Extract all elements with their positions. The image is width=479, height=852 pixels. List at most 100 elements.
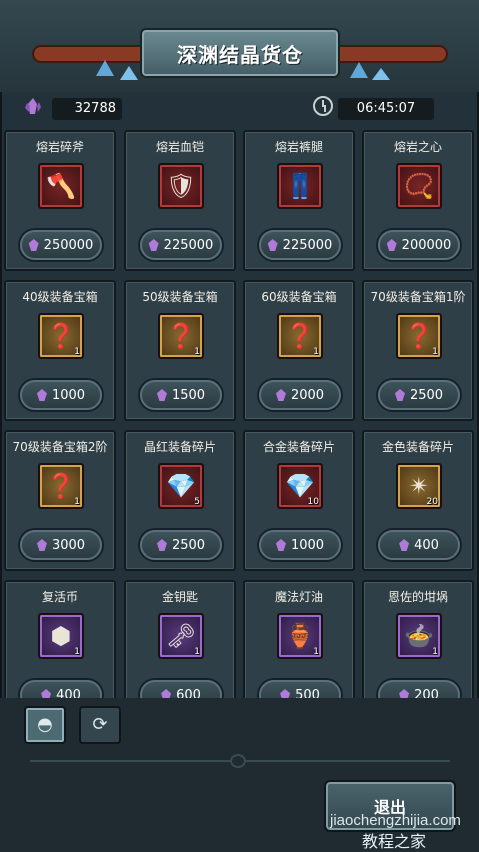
watermark-url: jiaochengzhijia.com bbox=[330, 812, 461, 829]
item-card[interactable]: 70级装备宝箱1阶 ❓ 1 2500 bbox=[362, 280, 474, 421]
item-name: 60级装备宝箱 bbox=[261, 290, 337, 304]
item-icon-frame[interactable]: ⬢ 1 bbox=[38, 613, 84, 659]
ice-crystal-decor bbox=[350, 62, 368, 78]
item-card[interactable]: 40级装备宝箱 ❓ 1 1000 bbox=[4, 280, 116, 421]
item-card[interactable]: 熔岩血铠 🛡 225000 bbox=[124, 130, 236, 271]
item-quantity: 1 bbox=[74, 347, 80, 357]
buy-button[interactable]: 200 bbox=[378, 680, 460, 698]
ice-crystal-decor bbox=[372, 68, 390, 80]
buy-button[interactable]: 600 bbox=[140, 680, 222, 698]
page-title: 深渊结晶货仓 bbox=[177, 42, 303, 67]
crystal-price-icon bbox=[156, 539, 167, 551]
item-quantity: 1 bbox=[432, 647, 438, 657]
item-card[interactable]: 恩佐的坩埚 🍲 1 200 bbox=[362, 580, 474, 698]
item-icon-frame[interactable]: 💎 10 bbox=[277, 463, 323, 509]
item-card[interactable]: 70级装备宝箱2阶 ❓ 1 3000 bbox=[4, 430, 116, 571]
price-value: 3000 bbox=[51, 537, 86, 553]
buy-button[interactable]: 500 bbox=[259, 680, 341, 698]
ice-crystal-decor bbox=[120, 66, 138, 80]
buy-button[interactable]: 400 bbox=[378, 530, 460, 560]
price-value: 600 bbox=[176, 687, 201, 699]
item-name: 熔岩之心 bbox=[393, 140, 442, 154]
item-card[interactable]: 合金装备碎片 💎 10 1000 bbox=[243, 430, 355, 571]
buy-button[interactable]: 1500 bbox=[140, 380, 222, 410]
crystal-price-icon bbox=[267, 239, 278, 251]
item-icon-frame[interactable]: ✴ 20 bbox=[396, 463, 442, 509]
item-icon-frame[interactable]: 🏺 1 bbox=[277, 613, 323, 659]
item-quantity: 5 bbox=[194, 497, 200, 507]
item-quantity: 1 bbox=[313, 347, 319, 357]
buy-button[interactable]: 3000 bbox=[20, 530, 102, 560]
item-icon-frame[interactable]: ❓ 1 bbox=[396, 313, 442, 359]
item-icon-frame[interactable]: 🪓 bbox=[38, 163, 84, 209]
item-quantity: 20 bbox=[426, 497, 438, 507]
item-card[interactable]: 魔法灯油 🏺 1 500 bbox=[243, 580, 355, 698]
crystal-price-icon bbox=[156, 389, 167, 401]
refresh-timer: 06:45:07 bbox=[338, 98, 434, 120]
ice-crystal-decor bbox=[96, 60, 114, 76]
item-icon-frame[interactable]: 📿 bbox=[396, 163, 442, 209]
item-icon-frame[interactable]: 🍲 1 bbox=[396, 613, 442, 659]
buy-button[interactable]: 2500 bbox=[378, 380, 460, 410]
item-icon-frame[interactable]: 🗝 1 bbox=[158, 613, 204, 659]
item-icon-frame[interactable]: ❓ 1 bbox=[38, 313, 84, 359]
crystal-price-icon bbox=[148, 239, 159, 251]
item-card[interactable]: 熔岩裤腿 👖 225000 bbox=[243, 130, 355, 271]
crystal-price-icon bbox=[394, 389, 405, 401]
price-value: 1000 bbox=[51, 387, 86, 403]
banner-wing-left bbox=[32, 45, 152, 63]
item-icon-frame[interactable]: 🛡 bbox=[158, 163, 204, 209]
item-card[interactable]: 熔岩之心 📿 200000 bbox=[362, 130, 474, 271]
tab-shop[interactable]: ◓ bbox=[24, 706, 66, 744]
item-icon-frame[interactable]: 💎 5 bbox=[158, 463, 204, 509]
buy-button[interactable]: 1000 bbox=[20, 380, 102, 410]
crystal-balance: 32788 bbox=[52, 98, 122, 120]
divider-ornament bbox=[230, 754, 246, 768]
price-value: 400 bbox=[56, 687, 81, 699]
item-name: 40级装备宝箱 bbox=[22, 290, 98, 304]
item-icon: 🛡 bbox=[165, 172, 197, 200]
item-card[interactable]: 60级装备宝箱 ❓ 1 2000 bbox=[243, 280, 355, 421]
buy-button[interactable]: 225000 bbox=[259, 230, 341, 260]
item-name: 复活币 bbox=[41, 590, 78, 604]
watermark-text: 教程之家 bbox=[362, 834, 427, 851]
abyss-crystal-icon bbox=[25, 98, 41, 114]
item-card[interactable]: 金色装备碎片 ✴ 20 400 bbox=[362, 430, 474, 571]
buy-button[interactable]: 1000 bbox=[259, 530, 341, 560]
crystal-price-icon bbox=[275, 539, 286, 551]
crystal-price-icon bbox=[41, 689, 52, 698]
price-value: 1500 bbox=[171, 387, 206, 403]
item-grid[interactable]: 熔岩碎斧 🪓 250000 熔岩血铠 🛡 225000 熔岩裤腿 👖 225000 熔岩之心 📿 20… bbox=[4, 130, 475, 698]
item-card[interactable]: 晶红装备碎片 💎 5 2500 bbox=[124, 430, 236, 571]
price-value: 500 bbox=[295, 687, 320, 699]
item-icon-frame[interactable]: ❓ 1 bbox=[277, 313, 323, 359]
buy-button[interactable]: 2000 bbox=[259, 380, 341, 410]
crystal-price-icon bbox=[36, 389, 47, 401]
item-icon-frame[interactable]: 👖 bbox=[277, 163, 323, 209]
item-card[interactable]: 50级装备宝箱 ❓ 1 1500 bbox=[124, 280, 236, 421]
item-card[interactable]: 复活币 ⬢ 1 400 bbox=[4, 580, 116, 698]
item-icon: 📿 bbox=[404, 172, 434, 200]
title-banner: 深渊结晶货仓 bbox=[140, 28, 340, 78]
buy-button[interactable]: 400 bbox=[20, 680, 102, 698]
item-icon-frame[interactable]: ❓ 1 bbox=[38, 463, 84, 509]
item-card[interactable]: 熔岩碎斧 🪓 250000 bbox=[4, 130, 116, 271]
item-name: 魔法灯油 bbox=[274, 590, 323, 604]
buy-button[interactable]: 225000 bbox=[140, 230, 222, 260]
item-name: 70级装备宝箱2阶 bbox=[12, 440, 108, 454]
crystal-price-icon bbox=[399, 539, 410, 551]
item-name: 金色装备碎片 bbox=[381, 440, 454, 454]
buy-button[interactable]: 250000 bbox=[20, 230, 102, 260]
clock-icon bbox=[313, 96, 333, 116]
chest-icon: ◓ bbox=[37, 714, 53, 735]
item-name: 熔岩血铠 bbox=[155, 140, 204, 154]
item-name: 金钥匙 bbox=[161, 590, 198, 604]
buy-button[interactable]: 2500 bbox=[140, 530, 222, 560]
item-card[interactable]: 金钥匙 🗝 1 600 bbox=[124, 580, 236, 698]
item-name: 合金装备碎片 bbox=[262, 440, 335, 454]
crystal-price-icon bbox=[161, 689, 172, 698]
item-name: 晶红装备碎片 bbox=[143, 440, 216, 454]
buy-button[interactable]: 200000 bbox=[378, 230, 460, 260]
tab-refresh[interactable]: ⟳ bbox=[79, 706, 121, 744]
item-icon-frame[interactable]: ❓ 1 bbox=[158, 313, 204, 359]
